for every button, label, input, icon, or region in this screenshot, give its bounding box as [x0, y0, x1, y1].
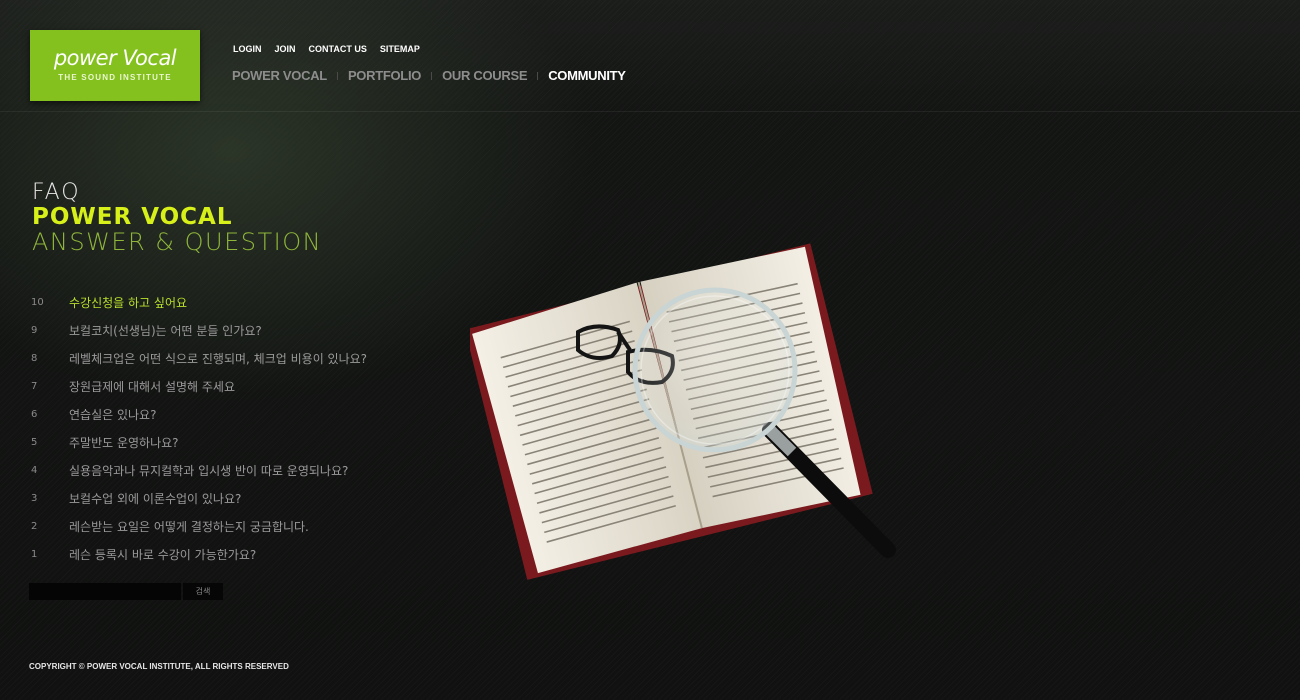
- utility-nav: LOGIN JOIN CONTACT US SITEMAP: [233, 44, 420, 54]
- search-input[interactable]: [29, 583, 181, 600]
- faq-question-link[interactable]: 실용음악과나 뮤지컬학과 입시생 반이 따로 운영되나요?: [69, 462, 348, 479]
- nav-divider: [336, 71, 338, 80]
- faq-item[interactable]: 7 장원급제에 대해서 설명해 주세요: [31, 372, 367, 400]
- nav-divider: [537, 71, 539, 80]
- faq-number: 2: [31, 520, 38, 532]
- book-magnifier-illustration: [470, 243, 896, 580]
- faq-number: 5: [31, 436, 38, 448]
- logo-wordmark: power Vocal: [53, 46, 177, 70]
- logo[interactable]: power Vocal THE SOUND INSTITUTE: [30, 30, 200, 101]
- faq-question-link[interactable]: 보컬수업 외에 이론수업이 있나요?: [69, 490, 241, 507]
- search-box: 검색: [29, 583, 223, 600]
- nav-power-vocal[interactable]: POWER VOCAL: [232, 68, 327, 83]
- faq-question-link[interactable]: 레슨 등록시 바로 수강이 가능한가요?: [69, 546, 256, 563]
- main-nav: POWER VOCAL PORTFOLIO OUR COURSE COMMUNI…: [232, 68, 626, 83]
- faq-number: 4: [31, 464, 38, 476]
- faq-list: 10 수강신청을 하고 싶어요 9 보컬코치(선생님)는 어떤 분들 인가요? …: [31, 288, 367, 568]
- contact-us-link[interactable]: CONTACT US: [309, 44, 367, 54]
- faq-item[interactable]: 5 주말반도 운영하나요?: [31, 428, 367, 456]
- search-button[interactable]: 검색: [183, 583, 223, 600]
- faq-number: 7: [31, 380, 38, 392]
- copyright-text: COPYRIGHT © POWER VOCAL INSTITUTE, ALL R…: [29, 662, 289, 671]
- faq-item[interactable]: 3 보컬수업 외에 이론수업이 있나요?: [31, 484, 367, 512]
- faq-number: 9: [31, 324, 38, 336]
- faq-number: 6: [31, 408, 38, 420]
- logo-tagline: THE SOUND INSTITUTE: [58, 73, 172, 82]
- page-title-faq: FAQ: [32, 180, 81, 205]
- login-link[interactable]: LOGIN: [233, 44, 262, 54]
- page-subtitle: ANSWER & QUESTION: [32, 228, 323, 256]
- nav-divider: [431, 71, 433, 80]
- faq-number: 1: [31, 548, 38, 560]
- faq-item[interactable]: 10 수강신청을 하고 싶어요: [31, 288, 367, 316]
- faq-item[interactable]: 2 레슨받는 요일은 어떻게 결정하는지 궁금합니다.: [31, 512, 367, 540]
- faq-question-link[interactable]: 보컬코치(선생님)는 어떤 분들 인가요?: [69, 322, 262, 339]
- faq-item[interactable]: 8 레벨체크업은 어떤 식으로 진행되며, 체크업 비용이 있나요?: [31, 344, 367, 372]
- nav-portfolio[interactable]: PORTFOLIO: [348, 68, 421, 83]
- nav-community[interactable]: COMMUNITY: [548, 68, 626, 83]
- faq-item[interactable]: 9 보컬코치(선생님)는 어떤 분들 인가요?: [31, 316, 367, 344]
- faq-question-link[interactable]: 장원급제에 대해서 설명해 주세요: [69, 378, 235, 395]
- faq-question-link[interactable]: 주말반도 운영하나요?: [69, 434, 179, 451]
- faq-question-link[interactable]: 수강신청을 하고 싶어요: [69, 294, 187, 311]
- page-title-brand: POWER VOCAL: [32, 204, 233, 230]
- nav-our-course[interactable]: OUR COURSE: [442, 68, 527, 83]
- faq-question-link[interactable]: 레슨받는 요일은 어떻게 결정하는지 궁금합니다.: [69, 518, 309, 535]
- faq-number: 8: [31, 352, 38, 364]
- sitemap-link[interactable]: SITEMAP: [380, 44, 420, 54]
- faq-number: 3: [31, 492, 38, 504]
- faq-item[interactable]: 4 실용음악과나 뮤지컬학과 입시생 반이 따로 운영되나요?: [31, 456, 367, 484]
- faq-item[interactable]: 6 연습실은 있나요?: [31, 400, 367, 428]
- faq-item[interactable]: 1 레슨 등록시 바로 수강이 가능한가요?: [31, 540, 367, 568]
- join-link[interactable]: JOIN: [275, 44, 296, 54]
- faq-question-link[interactable]: 레벨체크업은 어떤 식으로 진행되며, 체크업 비용이 있나요?: [69, 350, 367, 367]
- faq-question-link[interactable]: 연습실은 있나요?: [69, 406, 156, 423]
- faq-number: 10: [31, 296, 44, 308]
